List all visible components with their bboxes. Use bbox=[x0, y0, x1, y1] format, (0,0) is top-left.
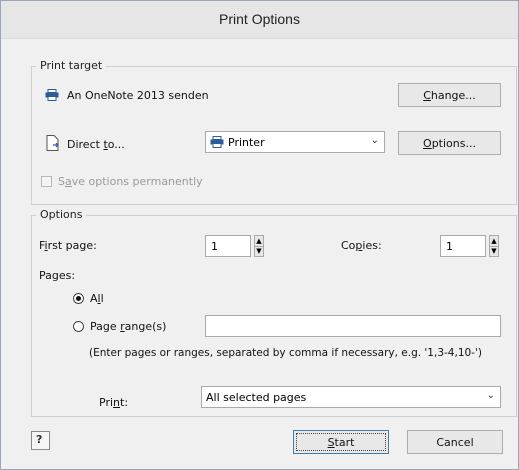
save-options-label: Save options permanently bbox=[58, 175, 203, 188]
printer-icon bbox=[210, 136, 224, 151]
copies-stepper[interactable]: ▲ ▼ bbox=[489, 235, 499, 257]
first-page-stepper[interactable]: ▲ ▼ bbox=[254, 235, 264, 257]
page-range-radio[interactable] bbox=[73, 321, 84, 332]
title-bar[interactable]: Print Options bbox=[1, 1, 518, 39]
change-button[interactable]: Change... bbox=[398, 83, 501, 107]
start-button[interactable]: Start bbox=[293, 430, 389, 454]
save-options-checkbox[interactable] bbox=[41, 176, 52, 187]
help-icon: ? bbox=[36, 433, 43, 446]
all-pages-label: All bbox=[90, 292, 104, 305]
copies-input[interactable]: 1 bbox=[440, 235, 486, 257]
print-label: Print: bbox=[99, 396, 129, 409]
target-select-value: Printer bbox=[228, 136, 265, 149]
stepper-down-icon[interactable]: ▼ bbox=[490, 246, 498, 256]
print-select[interactable]: All selected pages ⌄ bbox=[201, 386, 501, 408]
copies-label: Copies: bbox=[341, 239, 382, 252]
pages-label: Pages: bbox=[39, 269, 76, 282]
cancel-button[interactable]: Cancel bbox=[407, 430, 503, 454]
document-arrow-icon bbox=[46, 135, 60, 154]
printer-name: An OneNote 2013 senden bbox=[67, 89, 209, 102]
page-range-input[interactable] bbox=[205, 315, 501, 337]
first-page-label: First page: bbox=[39, 239, 97, 252]
options-button[interactable]: Options... bbox=[398, 131, 501, 155]
help-button[interactable]: ? bbox=[31, 431, 50, 450]
print-options-dialog: Print Options Print target An OneNote 20… bbox=[0, 0, 519, 470]
print-target-title: Print target bbox=[36, 59, 107, 72]
page-range-hint: (Enter pages or ranges, separated by com… bbox=[89, 347, 482, 359]
print-select-value: All selected pages bbox=[206, 391, 307, 404]
chevron-down-icon: ⌄ bbox=[370, 135, 379, 146]
direct-to-label: Direct to... bbox=[67, 138, 125, 151]
all-pages-radio[interactable] bbox=[73, 293, 84, 304]
chevron-down-icon: ⌄ bbox=[486, 390, 495, 401]
dialog-title: Print Options bbox=[219, 11, 300, 27]
first-page-input[interactable]: 1 bbox=[205, 235, 251, 257]
printer-icon bbox=[45, 89, 59, 104]
page-range-label: Page range(s) bbox=[90, 320, 167, 333]
stepper-down-icon[interactable]: ▼ bbox=[255, 246, 263, 256]
options-title: Options bbox=[36, 208, 87, 221]
target-select[interactable]: Printer ⌄ bbox=[205, 131, 385, 153]
